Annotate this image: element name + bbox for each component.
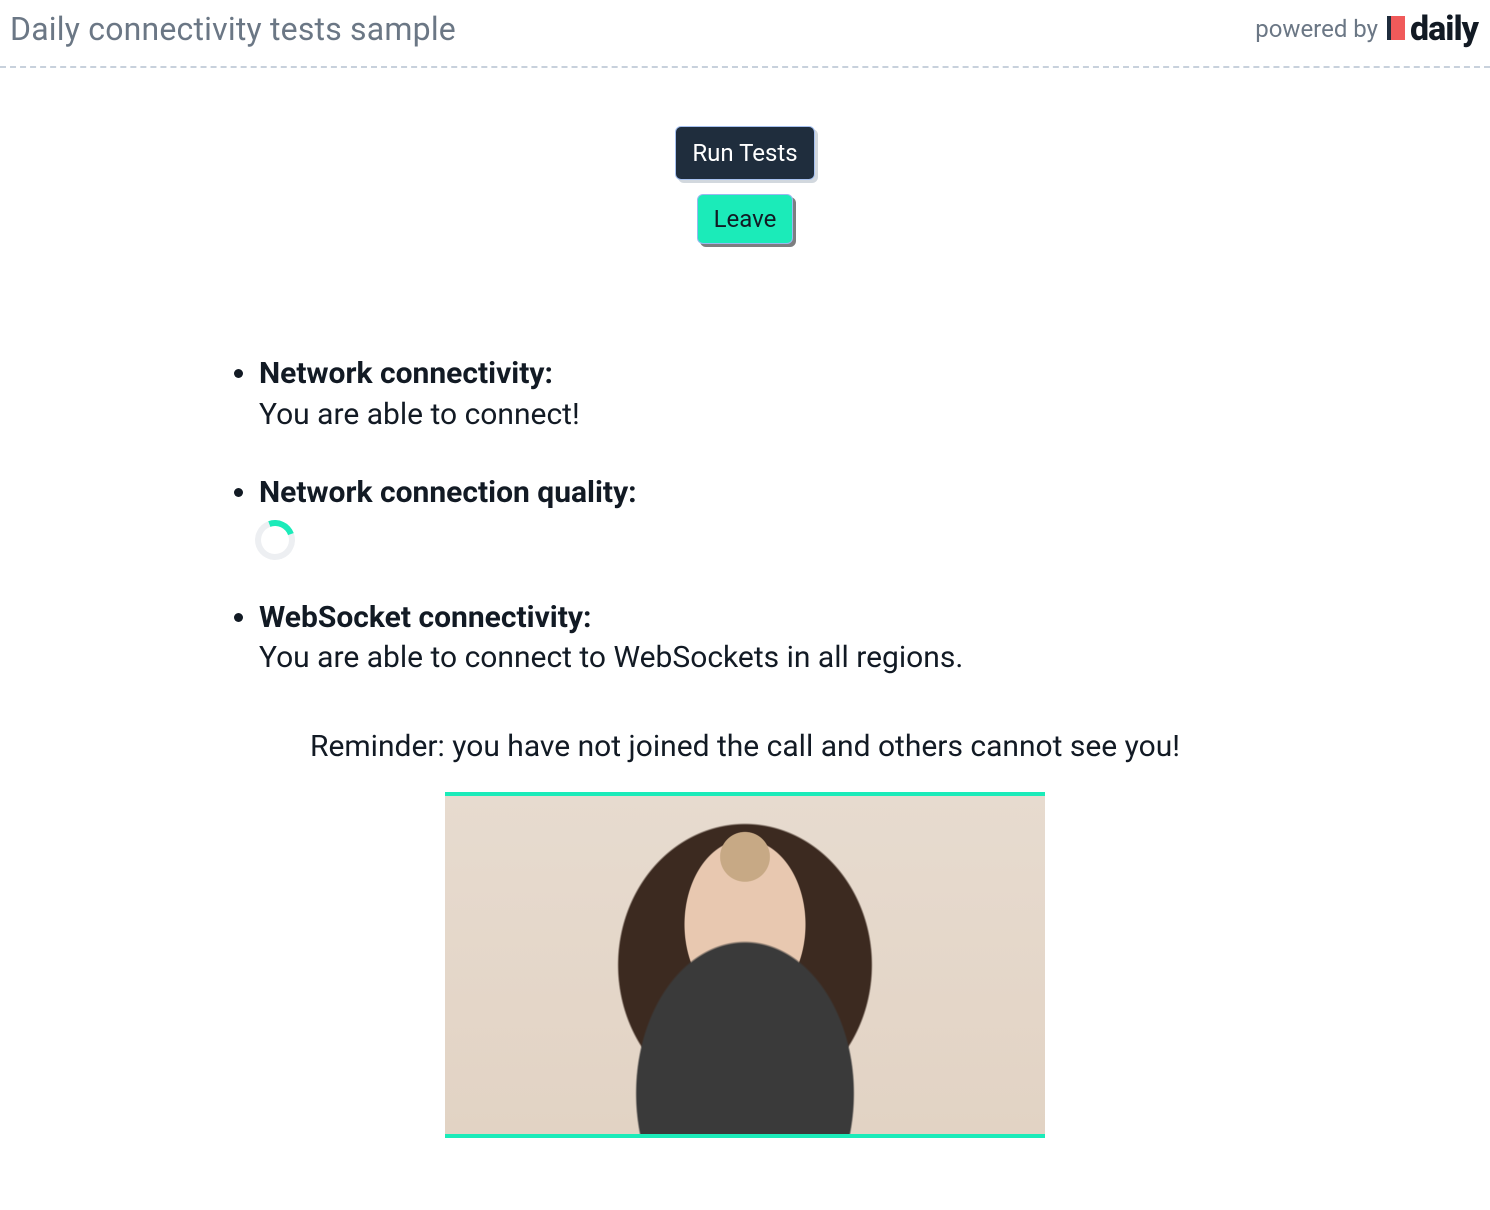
result-label: WebSocket connectivity: [259,600,591,635]
run-tests-button[interactable]: Run Tests [675,126,814,180]
button-group: Run Tests Leave [0,126,1490,244]
video-preview [445,792,1045,1138]
result-label: Network connection quality: [259,475,637,510]
result-value: You are able to connect to WebSockets in… [259,640,963,675]
daily-logo-icon [1384,14,1408,44]
powered-by: powered by daily [1255,12,1478,46]
spinner-icon [248,513,301,566]
video-placeholder-image [445,796,1045,1134]
result-network-connectivity: Network connectivity: You are able to co… [259,354,1295,435]
result-network-quality: Network connection quality: [259,473,1295,560]
reminder-text: Reminder: you have not joined the call a… [0,729,1490,764]
daily-logo: daily [1384,12,1478,46]
result-websocket: WebSocket connectivity: You are able to … [259,598,1295,679]
result-value: You are able to connect! [259,397,580,432]
header: Daily connectivity tests sample powered … [0,0,1490,68]
leave-button[interactable]: Leave [697,194,794,244]
result-label: Network connectivity: [259,356,553,391]
test-results: Network connectivity: You are able to co… [195,354,1295,679]
daily-logo-word: daily [1410,12,1478,46]
powered-by-text: powered by [1255,15,1378,43]
page-title: Daily connectivity tests sample [10,10,456,48]
